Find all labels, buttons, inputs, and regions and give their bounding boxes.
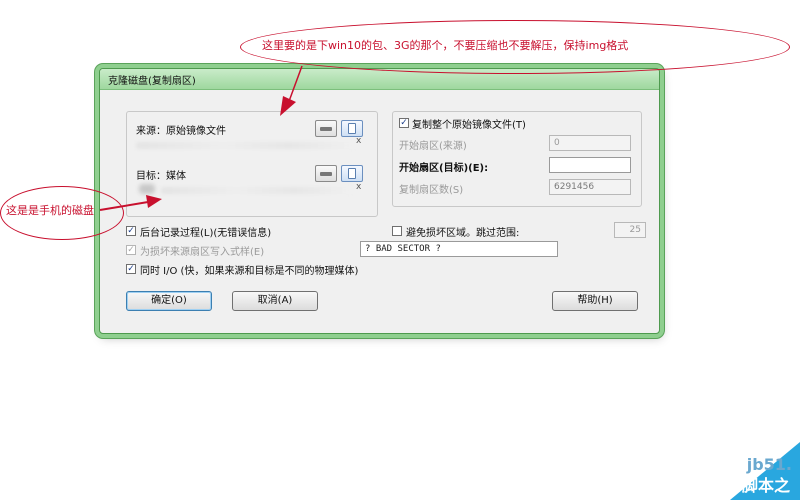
top-arrow-line: [287, 65, 303, 105]
site-watermark: jb51. 脚本之: [670, 440, 800, 500]
left-arrow-head: [146, 195, 162, 208]
annotation-arrows: [99, 65, 303, 211]
left-arrow-line: [99, 201, 149, 211]
watermark-bottom-text: 脚本之: [741, 476, 790, 495]
top-arrow-head: [280, 96, 296, 116]
